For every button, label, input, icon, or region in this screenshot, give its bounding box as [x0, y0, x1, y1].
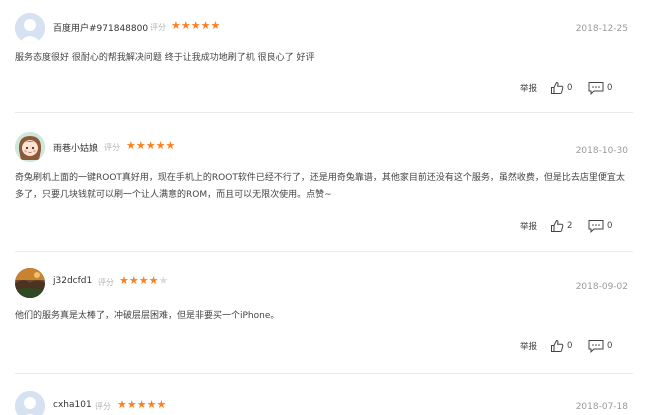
- review-item: cxha101 评分 ★★★★★ 2018-07-18: [0, 374, 650, 415]
- star-filled-icon: ★: [145, 139, 156, 152]
- star-filled-icon: ★: [156, 398, 167, 411]
- report-button[interactable]: 举报: [520, 338, 537, 354]
- comment-icon: [588, 340, 604, 353]
- review-item: 雨巷小姑娘 评分 ★★★★★ 2018-10-30 奇兔刷机上面的一键ROOT真…: [0, 113, 650, 250]
- report-label: 举报: [520, 84, 538, 94]
- like-count: 2: [567, 221, 573, 231]
- default-avatar-icon[interactable]: [15, 13, 45, 43]
- star-filled-icon: ★: [126, 398, 137, 411]
- review-actions: 举报 2 0: [520, 218, 630, 234]
- username[interactable]: cxha101: [53, 400, 92, 410]
- username[interactable]: j32dcfd1: [53, 276, 92, 286]
- review-date: 2018-10-30: [575, 146, 628, 156]
- like-count: 0: [567, 83, 573, 93]
- star-filled-icon: ★: [180, 19, 191, 32]
- like-button[interactable]: 0: [550, 80, 572, 96]
- comment-count: 0: [607, 83, 613, 93]
- star-rating: ★★★★★: [119, 275, 168, 286]
- review-item: j32dcfd1 评分 ★★★★★ 2018-09-02 他们的服务真是太棒了，…: [0, 252, 650, 372]
- username[interactable]: 雨巷小姑娘: [53, 141, 98, 154]
- star-empty-icon: ★: [158, 274, 169, 287]
- star-filled-icon: ★: [165, 139, 176, 152]
- star-filled-icon: ★: [138, 274, 149, 287]
- thumbs-up-icon: [551, 219, 564, 232]
- comment-button[interactable]: 0: [588, 80, 612, 96]
- star-rating: ★★★★★: [126, 140, 175, 151]
- star-filled-icon: ★: [146, 398, 157, 411]
- review-date: 2018-07-18: [575, 402, 628, 412]
- review-actions: 举报 0 0: [520, 338, 630, 354]
- star-filled-icon: ★: [117, 398, 127, 411]
- report-label: 举报: [520, 222, 538, 232]
- rating-label: 评分: [150, 23, 166, 32]
- like-count: 0: [567, 341, 573, 351]
- thumbs-up-icon: [551, 339, 564, 352]
- cartoon-girl-avatar[interactable]: [15, 132, 45, 162]
- review-date: 2018-12-25: [575, 24, 628, 34]
- star-filled-icon: ★: [200, 19, 211, 32]
- report-label: 举报: [520, 342, 538, 352]
- landscape-photo-avatar[interactable]: [15, 268, 45, 298]
- comment-icon: [588, 220, 604, 233]
- review-actions: 举报 0 0: [520, 80, 630, 96]
- star-rating: ★★★★★: [171, 20, 220, 31]
- star-filled-icon: ★: [171, 19, 181, 32]
- comment-count: 0: [607, 341, 613, 351]
- review-list: 百度用户#971848800 评分 ★★★★★ 2018-12-25 服务态度很…: [0, 0, 650, 415]
- star-filled-icon: ★: [128, 274, 139, 287]
- rating-label: 评分: [95, 402, 111, 411]
- default-avatar-icon[interactable]: [15, 391, 45, 415]
- review-content: 他们的服务真是太棒了，冲破层层困难，但是非要买一个iPhone。: [15, 311, 280, 321]
- username[interactable]: 百度用户#971848800: [53, 21, 148, 34]
- comment-button[interactable]: 0: [588, 218, 612, 234]
- thumbs-up-icon: [551, 81, 564, 94]
- like-button[interactable]: 2: [550, 218, 572, 234]
- star-filled-icon: ★: [210, 19, 221, 32]
- star-filled-icon: ★: [136, 398, 147, 411]
- review-date: 2018-09-02: [575, 282, 628, 292]
- star-filled-icon: ★: [126, 139, 136, 152]
- review-item: 百度用户#971848800 评分 ★★★★★ 2018-12-25 服务态度很…: [0, 0, 650, 107]
- comment-icon: [588, 82, 604, 95]
- review-content: 服务态度很好 很耐心的帮我解决问题 终于让我成功地刷了机 很良心了 好评: [15, 53, 315, 63]
- rating-label: 评分: [98, 278, 114, 287]
- report-button[interactable]: 举报: [520, 80, 537, 96]
- like-button[interactable]: 0: [550, 338, 572, 354]
- star-rating: ★★★★★: [117, 399, 166, 410]
- rating-label: 评分: [104, 143, 120, 152]
- star-filled-icon: ★: [135, 139, 146, 152]
- review-content: 奇兔刷机上面的一键ROOT真好用，现在手机上的ROOT软件已经不行了，还是用奇兔…: [15, 173, 625, 200]
- report-button[interactable]: 举报: [520, 218, 537, 234]
- comment-count: 0: [607, 221, 613, 231]
- star-filled-icon: ★: [155, 139, 166, 152]
- star-filled-icon: ★: [190, 19, 201, 32]
- star-filled-icon: ★: [119, 274, 129, 287]
- comment-button[interactable]: 0: [588, 338, 612, 354]
- star-filled-icon: ★: [148, 274, 159, 287]
